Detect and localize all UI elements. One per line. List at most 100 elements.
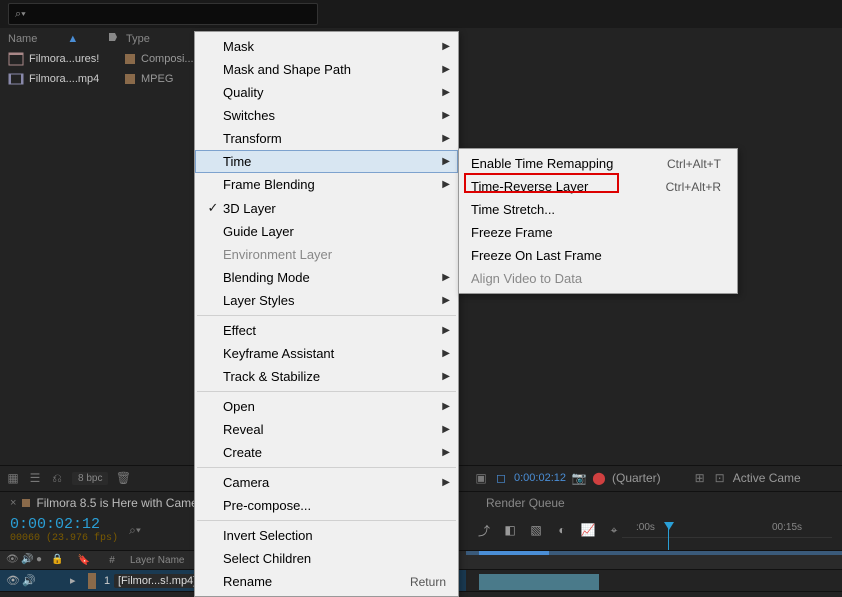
layer-context-menu: Mask▶ Mask and Shape Path▶ Quality▶ Swit… <box>194 31 459 597</box>
work-area-range[interactable] <box>479 551 549 555</box>
time-ruler[interactable]: :00s 00:15s 00:30s <box>622 522 832 538</box>
timeline-tabs-right: Render Queue <box>466 491 842 515</box>
motionblur-icon[interactable]: ◐ <box>554 522 570 538</box>
active-camera-dropdown[interactable]: Active Came <box>733 471 801 485</box>
chevron-right-icon: ▶ <box>436 447 450 458</box>
submenu-freeze-frame[interactable]: Freeze Frame <box>459 221 737 244</box>
view-options-icon[interactable]: ⊡ <box>713 471 727 485</box>
close-icon[interactable]: × <box>10 497 16 509</box>
menu-layer-styles[interactable]: Layer Styles▶ <box>195 289 458 312</box>
time-submenu: Enable Time RemappingCtrl+Alt+T Time-Rev… <box>458 148 738 294</box>
menu-mask-shape-path[interactable]: Mask and Shape Path▶ <box>195 58 458 81</box>
comp-tab-name: Filmora 8.5 is Here with Came <box>36 496 197 510</box>
frameblend-icon[interactable]: ▧ <box>528 522 544 538</box>
render-queue-tab[interactable]: Render Queue <box>476 492 575 514</box>
video-toggle-icon[interactable]: 👁 <box>6 554 18 566</box>
menu-separator <box>197 315 456 316</box>
submenu-enable-time-remapping[interactable]: Enable Time RemappingCtrl+Alt+T <box>459 152 737 175</box>
submenu-align-video-to-data: Align Video to Data <box>459 267 737 290</box>
mask-toggle-icon[interactable]: ▣ <box>474 471 488 485</box>
submenu-time-reverse-layer[interactable]: Time-Reverse LayerCtrl+Alt+R <box>459 175 737 198</box>
menu-invert-selection[interactable]: Invert Selection <box>195 524 458 547</box>
submenu-time-stretch[interactable]: Time Stretch... <box>459 198 737 221</box>
project-search[interactable]: ⌕▾ <box>8 3 318 25</box>
chevron-right-icon: ▶ <box>436 41 450 52</box>
audio-visible-icon[interactable]: 🔊 <box>22 574 36 587</box>
menu-guide-layer[interactable]: Guide Layer <box>195 220 458 243</box>
menu-precompose[interactable]: Pre-compose... <box>195 494 458 517</box>
grid-icon[interactable]: ⊞ <box>693 471 707 485</box>
menu-keyframe-assistant[interactable]: Keyframe Assistant▶ <box>195 342 458 365</box>
playhead-icon[interactable] <box>664 522 674 530</box>
menu-reveal[interactable]: Reveal▶ <box>195 418 458 441</box>
layer-label-swatch[interactable] <box>88 573 96 589</box>
chevron-right-icon: ▶ <box>436 272 450 283</box>
menu-rename[interactable]: RenameReturn <box>195 570 458 593</box>
menu-separator <box>197 467 456 468</box>
menu-camera[interactable]: Camera▶ <box>195 471 458 494</box>
menu-track-stabilize[interactable]: Track & Stabilize▶ <box>195 365 458 388</box>
comp-tab[interactable]: × Filmora 8.5 is Here with Came <box>10 496 198 510</box>
check-icon: ✓ <box>203 200 223 216</box>
label-col-icon[interactable]: 🔖 <box>70 555 98 566</box>
chevron-right-icon: ▶ <box>436 179 450 190</box>
draft3d-icon[interactable]: ◧ <box>502 522 518 538</box>
menu-transform[interactable]: Transform▶ <box>195 127 458 150</box>
timeline-search-icon[interactable]: ⌕▾ <box>128 523 142 537</box>
submenu-freeze-last-frame[interactable]: Freeze On Last Frame <box>459 244 737 267</box>
chevron-right-icon: ▶ <box>436 348 450 359</box>
timeline-timecode[interactable]: 0:00:02:12 <box>10 517 118 534</box>
menu-mask[interactable]: Mask▶ <box>195 35 458 58</box>
col-label-header[interactable] <box>108 32 126 45</box>
menu-create[interactable]: Create▶ <box>195 441 458 464</box>
shy-icon[interactable]: ⤴ <box>476 522 492 538</box>
menu-select-children[interactable]: Select Children <box>195 547 458 570</box>
chevron-right-icon: ▶ <box>436 401 450 412</box>
menu-3d-layer[interactable]: ✓3D Layer <box>195 196 458 220</box>
search-input[interactable] <box>30 8 311 20</box>
menu-effect[interactable]: Effect▶ <box>195 319 458 342</box>
menu-quality[interactable]: Quality▶ <box>195 81 458 104</box>
project-item-type: Composi... <box>141 53 194 65</box>
roi-icon[interactable]: ◻ <box>494 471 508 485</box>
snap-icon[interactable]: ⌖ <box>606 522 622 538</box>
menu-separator <box>197 520 456 521</box>
flow-icon[interactable]: ⎌ <box>50 471 64 485</box>
layer-duration-bar[interactable] <box>479 574 599 590</box>
menu-separator <box>197 391 456 392</box>
timeline-work-area[interactable] <box>466 550 842 570</box>
menu-switches[interactable]: Switches▶ <box>195 104 458 127</box>
label-swatch[interactable] <box>125 54 135 64</box>
viewer-footer: ▣ ◻ 0:00:02:12 📷 ⬤ (Quarter) ⊞ ⊡ Active … <box>466 465 842 491</box>
list-view-icon[interactable]: ☰ <box>28 471 42 485</box>
audio-toggle-icon[interactable]: 🔊 <box>21 554 33 566</box>
solo-toggle-icon[interactable]: ● <box>36 554 48 566</box>
layer-timeline-bar-area[interactable] <box>466 570 842 592</box>
chevron-right-icon: ▶ <box>436 133 450 144</box>
menu-environment-layer: Environment Layer <box>195 243 458 266</box>
viewer-timecode[interactable]: 0:00:02:12 <box>514 472 566 484</box>
search-icon: ⌕▾ <box>15 8 26 21</box>
thumbnail-view-icon[interactable]: ▦ <box>6 471 20 485</box>
label-swatch <box>22 499 30 507</box>
resolution-dropdown[interactable]: (Quarter) <box>612 471 661 485</box>
composition-icon <box>8 52 24 66</box>
lock-toggle-icon[interactable]: 🔒 <box>51 554 63 566</box>
timeline-frame-info: 00060 (23.976 fps) <box>10 533 118 544</box>
menu-blending-mode[interactable]: Blending Mode▶ <box>195 266 458 289</box>
menu-frame-blending[interactable]: Frame Blending▶ <box>195 173 458 196</box>
expand-arrow-icon[interactable]: ▸ <box>70 574 84 587</box>
channel-icon[interactable]: ⬤ <box>592 471 606 485</box>
menu-time[interactable]: Time▶ <box>195 150 458 173</box>
project-item-name: Filmora...ures! <box>29 53 125 65</box>
chevron-right-icon: ▶ <box>436 87 450 98</box>
chevron-right-icon: ▶ <box>436 295 450 306</box>
trash-icon[interactable]: 🗑 <box>116 471 130 485</box>
bit-depth[interactable]: 8 bpc <box>72 472 108 485</box>
graph-icon[interactable]: 📈 <box>580 522 596 538</box>
video-visible-icon[interactable]: 👁 <box>6 574 20 587</box>
col-name-header[interactable]: Name▲ <box>8 33 108 45</box>
menu-open[interactable]: Open▶ <box>195 395 458 418</box>
snapshot-icon[interactable]: 📷 <box>572 471 586 485</box>
label-swatch[interactable] <box>125 74 135 84</box>
